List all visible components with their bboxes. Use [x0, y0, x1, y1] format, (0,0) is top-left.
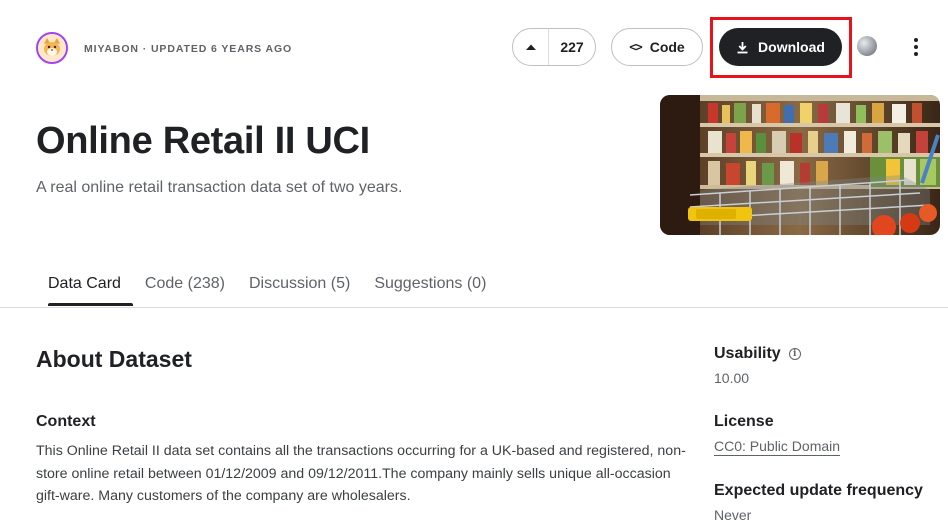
usability-heading: Usability i	[714, 345, 801, 363]
owner-avatar[interactable]	[36, 32, 68, 64]
usability-score: 10.00	[714, 370, 750, 386]
upvote-control[interactable]: 227	[512, 28, 596, 66]
tab-discussion[interactable]: Discussion (5)	[237, 272, 362, 306]
tab-data-card[interactable]: Data Card	[36, 272, 133, 306]
dataset-tabs: Data Card Code (238) Discussion (5) Sugg…	[36, 272, 498, 306]
info-icon[interactable]: i	[788, 348, 801, 360]
download-button[interactable]: Download	[719, 28, 842, 66]
about-dataset-heading: About Dataset	[36, 346, 192, 372]
dataset-subtitle: A real online retail transaction data se…	[36, 179, 403, 196]
caret-up-icon	[525, 44, 536, 50]
license-heading: License	[714, 413, 774, 430]
upvote-button[interactable]	[513, 29, 549, 65]
usability-label: Usability	[714, 345, 781, 362]
context-paragraph: This Online Retail II data set contains …	[36, 443, 686, 504]
code-button[interactable]: <> Code	[611, 28, 703, 66]
code-brackets-icon: <>	[629, 40, 642, 54]
license-value: CC0: Public Domain	[714, 438, 841, 456]
code-button-label: Code	[649, 39, 685, 55]
download-button-label: Download	[758, 39, 825, 55]
context-heading: Context	[36, 413, 96, 430]
tab-suggestions[interactable]: Suggestions (0)	[362, 272, 498, 306]
update-frequency-heading: Expected update frequency	[714, 482, 923, 499]
more-options-icon[interactable]	[906, 34, 926, 60]
tabs-divider	[0, 307, 948, 308]
license-link[interactable]: CC0: Public Domain	[714, 438, 841, 456]
dataset-cover-image	[660, 95, 940, 235]
update-frequency-value: Never	[714, 507, 752, 523]
tab-code[interactable]: Code (238)	[133, 272, 237, 306]
dataset-title: Online Retail II UCI	[36, 120, 370, 162]
silver-medal-icon[interactable]	[857, 36, 877, 56]
owner-updated-line[interactable]: MIYABON · UPDATED 6 YEARS AGO	[84, 43, 292, 55]
download-icon	[737, 41, 748, 53]
upvote-count: 227	[560, 39, 584, 55]
